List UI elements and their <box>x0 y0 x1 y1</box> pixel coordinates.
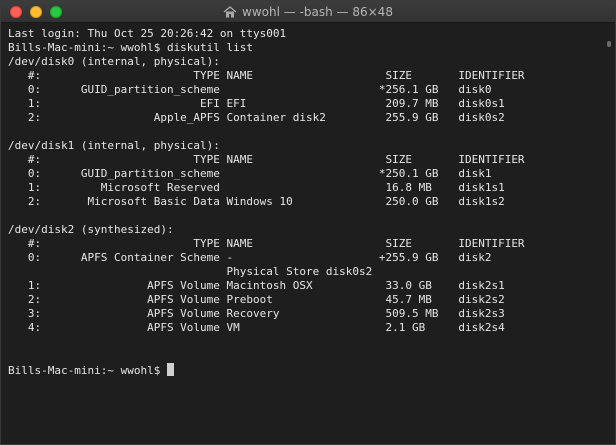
terminal-line: 2: Apple_APFS Container disk2 255.9 GB d… <box>8 111 505 124</box>
terminal-line: /dev/disk1 (internal, physical): <box>8 139 220 152</box>
terminal-line: #: TYPE NAME SIZE IDENTIFIER <box>8 153 525 166</box>
terminal-line: /dev/disk2 (synthesized): <box>8 223 174 236</box>
scrollbar-thumb[interactable] <box>607 41 611 47</box>
terminal-line: 2: APFS Volume Preboot 45.7 MB disk2s2 <box>8 293 505 306</box>
prompt-line[interactable]: Bills-Mac-mini:~ wwohl$ <box>8 363 607 377</box>
terminal-line: 1: EFI EFI 209.7 MB disk0s1 <box>8 97 505 110</box>
terminal-line: Bills-Mac-mini:~ wwohl$ diskutil list <box>8 41 254 54</box>
text-cursor <box>166 363 174 376</box>
terminal-output[interactable]: Last login: Thu Oct 25 20:26:42 on ttys0… <box>1 23 615 444</box>
terminal-line: 1: APFS Volume Macintosh OSX 33.0 GB dis… <box>8 279 505 292</box>
window-title: wwohl — -bash — 86×48 <box>1 1 615 23</box>
scrollbar[interactable] <box>601 23 615 444</box>
terminal-line: 4: APFS Volume VM 2.1 GB disk2s4 <box>8 321 505 334</box>
terminal-line: 0: APFS Container Scheme - +255.9 GB dis… <box>8 251 492 264</box>
terminal-line: Last login: Thu Oct 25 20:26:42 on ttys0… <box>8 27 287 40</box>
terminal-window: wwohl — -bash — 86×48 Last login: Thu Oc… <box>0 0 616 445</box>
prompt-text: Bills-Mac-mini:~ wwohl$ <box>8 364 167 377</box>
window-title-text: wwohl — -bash — 86×48 <box>242 5 393 19</box>
terminal-line: #: TYPE NAME SIZE IDENTIFIER <box>8 237 525 250</box>
terminal-line: 0: GUID_partition_scheme *256.1 GB disk0 <box>8 83 492 96</box>
terminal-line: #: TYPE NAME SIZE IDENTIFIER <box>8 69 525 82</box>
terminal-line: 2: Microsoft Basic Data Windows 10 250.0… <box>8 195 505 208</box>
home-folder-icon <box>223 6 237 18</box>
terminal-line: 1: Microsoft Reserved 16.8 MB disk1s1 <box>8 181 505 194</box>
terminal-line: 3: APFS Volume Recovery 509.5 MB disk2s3 <box>8 307 505 320</box>
terminal-line: Physical Store disk0s2 <box>8 265 373 278</box>
terminal-line: /dev/disk0 (internal, physical): <box>8 55 220 68</box>
title-bar[interactable]: wwohl — -bash — 86×48 <box>1 1 615 23</box>
terminal-line: 0: GUID_partition_scheme *250.1 GB disk1 <box>8 167 492 180</box>
